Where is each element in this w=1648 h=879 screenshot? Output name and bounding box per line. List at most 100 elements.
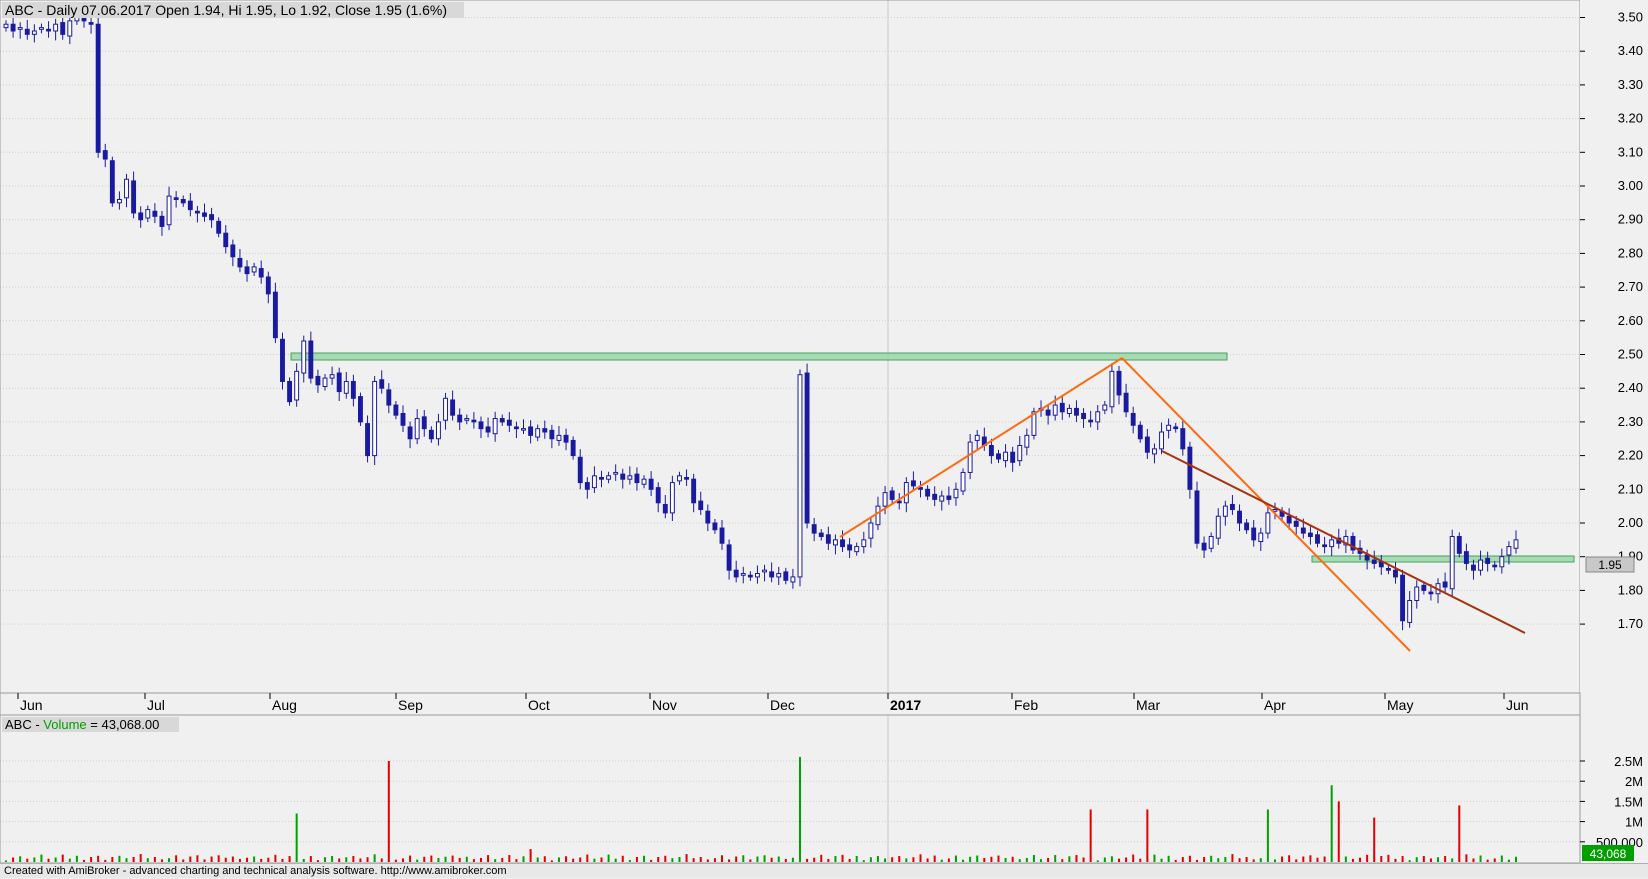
candle-down [60,22,66,35]
volume-bar [820,854,823,862]
volume-bar [1486,859,1489,862]
volume-bar [933,855,936,862]
candle-up [861,539,867,548]
candle-up [1265,512,1271,534]
candle-down [280,338,285,382]
price-tick-label: 1.70 [1618,616,1643,631]
volume-bar [919,854,922,862]
volume-bar [5,860,7,862]
volume-bar [508,855,511,862]
volume-bar [1089,809,1092,862]
candle-down [400,412,406,426]
volume-bar [614,858,617,862]
candle-down [946,495,952,500]
volume-bar [1231,854,1234,862]
candle-up [854,546,860,553]
volume-title-value: = 43,068.00 [87,717,160,732]
volume-bar [1174,859,1177,862]
volume-bar [302,858,305,862]
candle-up [1258,532,1264,543]
candle-down [24,28,30,35]
candle-down [684,477,690,480]
volume-bar [1288,855,1291,862]
candle-up [740,573,746,576]
candle-up [1102,404,1108,411]
volume-bar [742,855,745,862]
volume-tick-label: 1M [1625,815,1643,830]
last-volume-marker: 43,068 [1582,845,1634,861]
price-tick-label: 2.50 [1618,347,1643,362]
candle-up [641,478,647,485]
volume-bar [359,858,362,862]
candle-down [1463,551,1469,564]
volume-bar [1394,858,1397,862]
volume-bar [806,858,809,862]
volume-bar [1118,858,1121,862]
candle-down [925,488,931,497]
volume-bar [19,856,22,862]
candle-down [180,198,186,204]
candle-up [464,418,470,421]
volume-bar [947,858,950,862]
candle-up [74,17,80,22]
candle-up [1109,370,1115,408]
volume-bar [749,859,752,862]
volume-bar [1302,856,1305,862]
volume-bar [444,856,447,862]
candle-down [457,414,463,423]
candle-down [1307,532,1313,537]
volume-bar [224,857,227,862]
volume-bar [735,856,738,862]
volume-bar [1096,860,1099,862]
volume-bar [1507,859,1510,862]
date-tick-label: Nov [652,697,677,713]
date-tick-label: Mar [1136,697,1160,713]
candle-up [414,418,420,440]
candle-down [173,197,179,200]
candle-down [365,423,370,457]
status-bar: Created with AmiBroker - advanced charti… [0,863,1648,878]
candle-down [1059,402,1065,413]
volume-bar [90,856,93,862]
date-tick-label: Dec [770,697,795,713]
volume-bar [997,855,1000,862]
price-chart[interactable]: 3.703.603.503.403.303.203.103.002.902.80… [0,0,1648,864]
volume-bar [1401,856,1404,862]
volume-bar [692,858,695,862]
volume-bar [1103,857,1106,862]
volume-bar [905,858,908,862]
price-tick-label: 2.40 [1618,380,1643,395]
volume-bar [1238,858,1241,862]
volume-bar [1465,854,1468,862]
candle-down [1194,490,1200,544]
volume-bar [834,856,837,862]
candle-up [443,397,448,421]
volume-bar [522,856,525,862]
candle-down [811,524,817,534]
candle-down [499,418,505,423]
volume-bar [1309,855,1312,862]
volume-bar [1217,858,1220,862]
volume-bar [763,855,766,862]
candle-down [698,500,704,511]
candle-down [88,22,94,25]
volume-bar [168,858,171,862]
candle-up [251,266,257,273]
volume-bar [465,856,468,862]
candle-down [932,493,938,500]
volume-bar [338,858,341,862]
candle-down [1385,567,1391,571]
volume-bar [1451,858,1454,862]
volume-bar [423,856,426,862]
volume-bar [1188,855,1191,862]
volume-bar [572,858,575,862]
volume-bar [770,857,773,862]
volume-bar [650,859,653,862]
price-tick-label: 3.00 [1618,178,1643,193]
volume-bar [827,858,830,862]
volume-bar [309,856,312,862]
chart-window: 3.703.603.503.403.303.203.103.002.902.80… [0,0,1648,878]
volume-bar [1493,858,1496,862]
price-tick-label: 3.20 [1618,111,1643,126]
volume-pane [0,715,1580,863]
